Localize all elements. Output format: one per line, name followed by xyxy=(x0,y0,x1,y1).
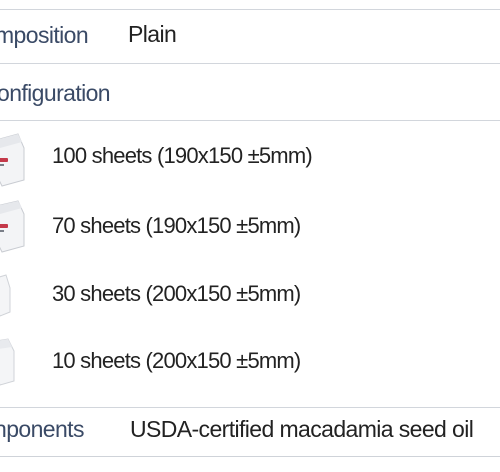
wet-wipe-pack-icon xyxy=(0,133,25,187)
row-divider xyxy=(0,63,500,64)
row-divider xyxy=(0,120,500,121)
wet-wipe-pack-icon xyxy=(0,200,25,253)
wet-wipe-pack-icon xyxy=(0,338,15,386)
composition-label: mposition xyxy=(0,22,89,48)
wet-wipe-pack-icon xyxy=(0,274,11,317)
pack-option-row: 70 sheets (190x150 ±5mm) xyxy=(0,198,500,258)
pack-option-text: 10 sheets (200x150 ±5mm) xyxy=(52,348,301,373)
table-top-divider xyxy=(0,9,500,10)
pack-option-row: 10 sheets (200x150 ±5mm) xyxy=(0,333,500,393)
components-label: nponents xyxy=(0,416,84,442)
pack-option-text: 30 sheets (200x150 ±5mm) xyxy=(52,281,301,306)
composition-value: Plain xyxy=(128,21,177,47)
configuration-label: onfiguration xyxy=(0,80,111,106)
pack-option-row: 30 sheets (200x150 ±5mm) xyxy=(0,266,500,326)
row-divider xyxy=(0,407,500,408)
pack-option-row: 100 sheets (190x150 ±5mm) xyxy=(0,130,500,190)
pack-option-text: 70 sheets (190x150 ±5mm) xyxy=(52,213,301,238)
pack-option-text: 100 sheets (190x150 ±5mm) xyxy=(52,143,313,168)
components-value: USDA-certified macadamia seed oil xyxy=(130,416,474,442)
table-bottom-divider xyxy=(0,456,500,457)
product-spec-table: mposition Plain onfiguration 100 sheets … xyxy=(0,0,500,472)
